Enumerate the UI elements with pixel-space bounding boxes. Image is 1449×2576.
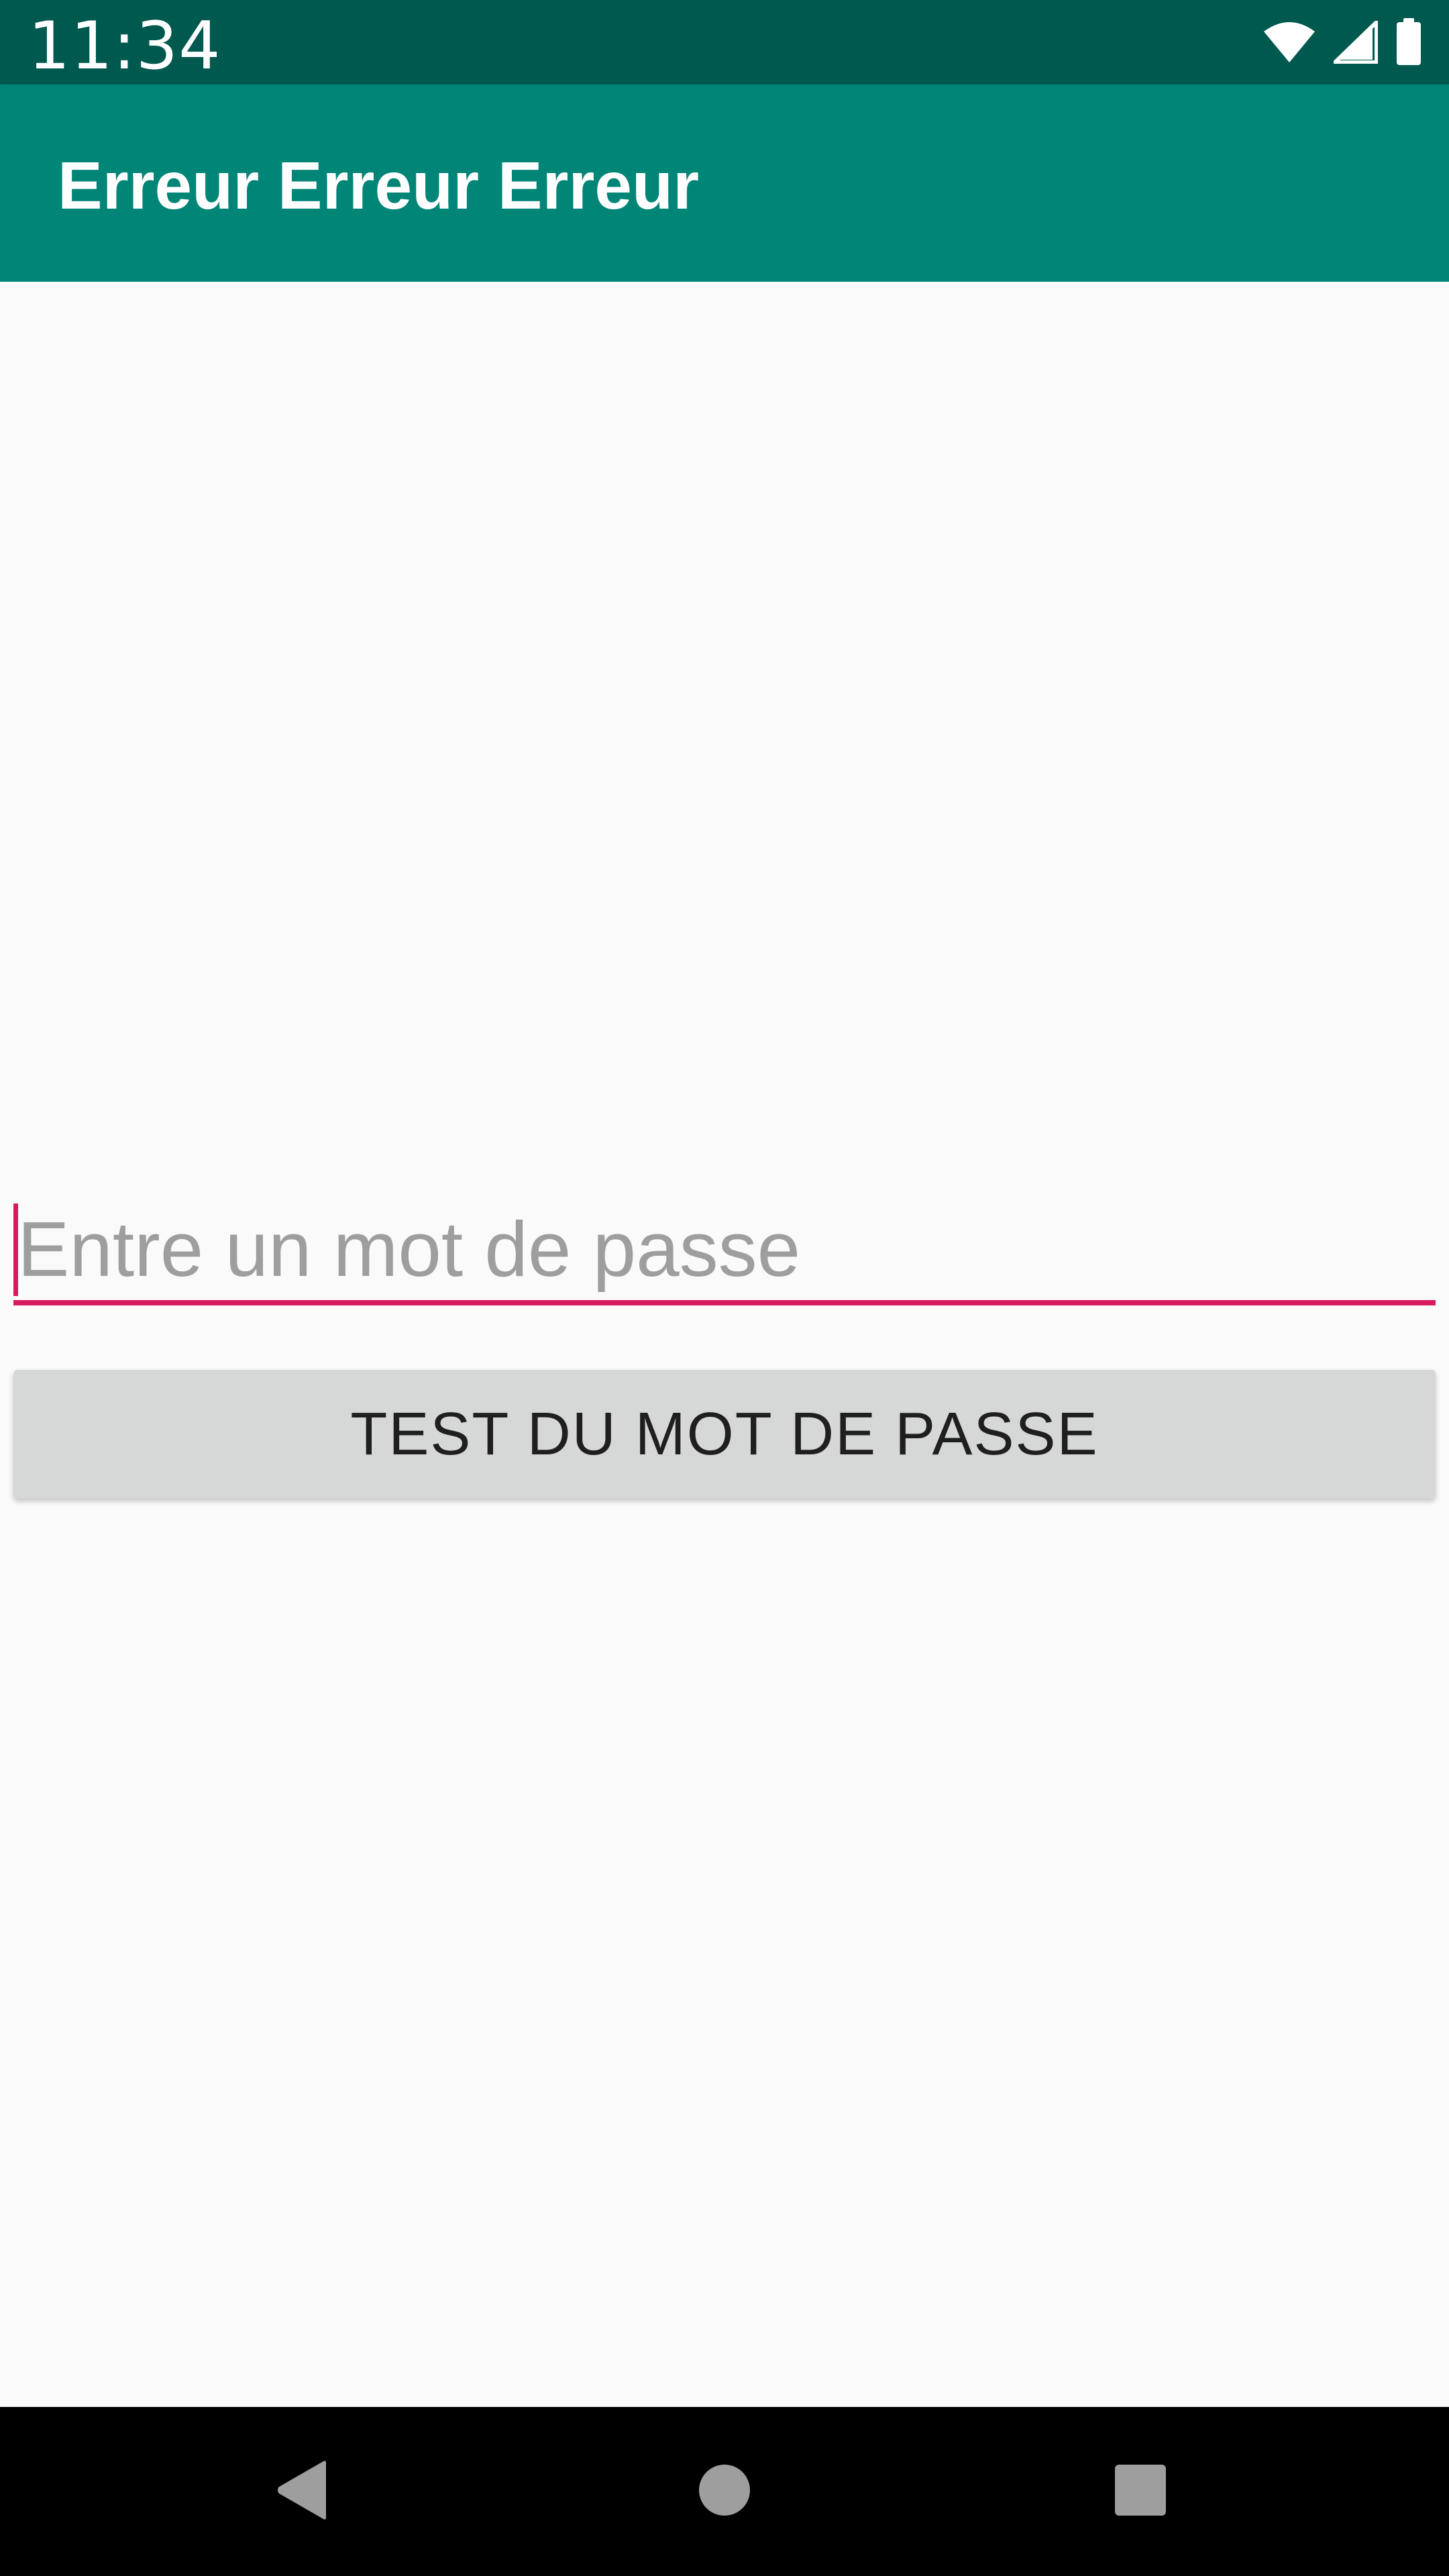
home-button[interactable] — [624, 2407, 825, 2576]
main-content: TEST DU MOT DE PASSE — [0, 282, 1449, 2407]
battery-icon — [1395, 18, 1422, 66]
app-bar: Erreur Erreur Erreur — [0, 85, 1449, 282]
test-password-button[interactable]: TEST DU MOT DE PASSE — [13, 1370, 1436, 1499]
back-icon — [275, 2460, 329, 2524]
status-time: 11:34 — [28, 8, 221, 85]
wifi-icon — [1263, 21, 1316, 64]
test-password-button-label: TEST DU MOT DE PASSE — [350, 1400, 1099, 1468]
navigation-bar — [0, 2407, 1449, 2576]
status-bar: 11:34 — [0, 0, 1449, 85]
password-field[interactable] — [13, 1202, 1436, 1305]
recents-button[interactable] — [1040, 2407, 1241, 2576]
home-icon — [698, 2463, 751, 2520]
cellular-signal-icon — [1334, 21, 1378, 64]
app-title: Erreur Erreur Erreur — [58, 148, 700, 223]
status-icons — [1263, 17, 1422, 67]
app-screen: 11:34 Erreur Erreur Erreur TEST DU MOT D… — [0, 0, 1449, 2576]
password-input[interactable] — [13, 1202, 1436, 1296]
back-button[interactable] — [201, 2407, 402, 2576]
recents-icon — [1114, 2463, 1167, 2520]
